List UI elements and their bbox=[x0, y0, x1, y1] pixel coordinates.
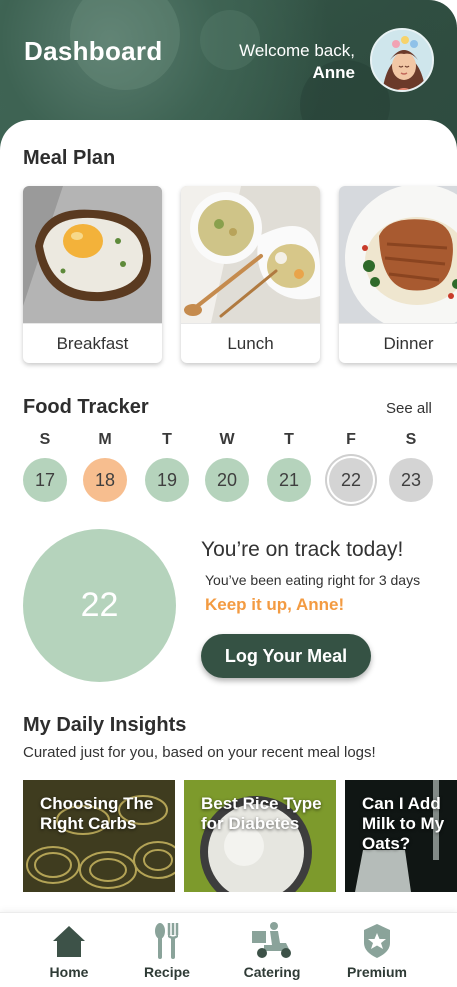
nav-premium[interactable]: Premium bbox=[337, 921, 417, 980]
day-circle-20[interactable]: 20 bbox=[205, 458, 249, 502]
breakfast-image bbox=[23, 186, 162, 323]
insight-card-carbs[interactable]: Choosing The Right Carbs bbox=[23, 780, 175, 892]
premium-badge-icon bbox=[364, 924, 390, 958]
nav-catering[interactable]: Catering bbox=[232, 921, 312, 980]
utensils-icon bbox=[155, 923, 179, 959]
bottom-nav: Home Recipe Catering Premium bbox=[0, 912, 457, 987]
delivery-scooter-icon bbox=[252, 922, 291, 958]
insights-subtitle: Curated just for you, based on your rece… bbox=[23, 744, 376, 761]
day-circle-22-selected[interactable]: 22 bbox=[329, 458, 373, 502]
nav-recipe[interactable]: Recipe bbox=[127, 921, 207, 980]
on-track-status: You’re on track today! bbox=[201, 538, 404, 561]
meal-card-dinner[interactable]: Dinner bbox=[339, 186, 457, 363]
day-letter: W bbox=[219, 431, 235, 448]
day-letter: S bbox=[39, 431, 51, 448]
streak-text: You’ve been eating right for 3 days bbox=[205, 572, 421, 588]
log-meal-button[interactable]: Log Your Meal bbox=[201, 634, 371, 678]
meal-plan-title: Meal Plan bbox=[23, 147, 116, 169]
meal-card-breakfast[interactable]: Breakfast bbox=[23, 186, 162, 363]
welcome-text: Welcome back, bbox=[239, 41, 355, 60]
day-circle-18[interactable]: 18 bbox=[83, 458, 127, 502]
meal-label-dinner: Dinner bbox=[339, 323, 457, 363]
insight-card-rice[interactable]: Best Rice Type for Diabetes bbox=[184, 780, 336, 892]
day-circle-19[interactable]: 19 bbox=[145, 458, 189, 502]
meal-label-lunch: Lunch bbox=[181, 323, 320, 363]
today-date-circle: 22 bbox=[23, 529, 176, 682]
encouragement-text: Keep it up, Anne! bbox=[205, 595, 345, 614]
nav-label-premium: Premium bbox=[347, 964, 407, 980]
day-letter: M bbox=[98, 431, 112, 448]
avatar[interactable] bbox=[370, 28, 434, 92]
nav-label-recipe: Recipe bbox=[144, 964, 190, 980]
meal-card-lunch[interactable]: Lunch bbox=[181, 186, 320, 363]
nav-label-catering: Catering bbox=[243, 964, 301, 980]
insight-title: Choosing The Right Carbs bbox=[40, 794, 154, 833]
user-name: Anne bbox=[312, 63, 356, 82]
lunch-image bbox=[181, 186, 320, 323]
nav-home[interactable]: Home bbox=[29, 921, 109, 980]
nav-label-home: Home bbox=[49, 964, 89, 980]
day-circle-23[interactable]: 23 bbox=[389, 458, 433, 502]
insight-title: Can I Add Milk to My Oats? bbox=[362, 794, 445, 853]
dinner-image bbox=[339, 186, 457, 332]
insight-title: Best Rice Type for Diabetes bbox=[201, 794, 322, 833]
page-title: Dashboard bbox=[24, 36, 163, 66]
day-circle-21[interactable]: 21 bbox=[267, 458, 311, 502]
insights-title: My Daily Insights bbox=[23, 714, 187, 736]
insight-card-oats[interactable]: Can I Add Milk to My Oats? bbox=[345, 780, 457, 892]
day-letter: F bbox=[346, 431, 356, 448]
welcome-message: Welcome back, Anne bbox=[239, 40, 355, 84]
day-circle-17[interactable]: 17 bbox=[23, 458, 67, 502]
day-letter: T bbox=[162, 431, 172, 448]
food-tracker-title: Food Tracker bbox=[23, 396, 149, 418]
see-all-link[interactable]: See all bbox=[386, 400, 432, 417]
meal-label-breakfast: Breakfast bbox=[23, 323, 162, 363]
day-letter: T bbox=[284, 431, 294, 448]
day-letter: S bbox=[405, 431, 417, 448]
home-icon bbox=[53, 926, 85, 957]
